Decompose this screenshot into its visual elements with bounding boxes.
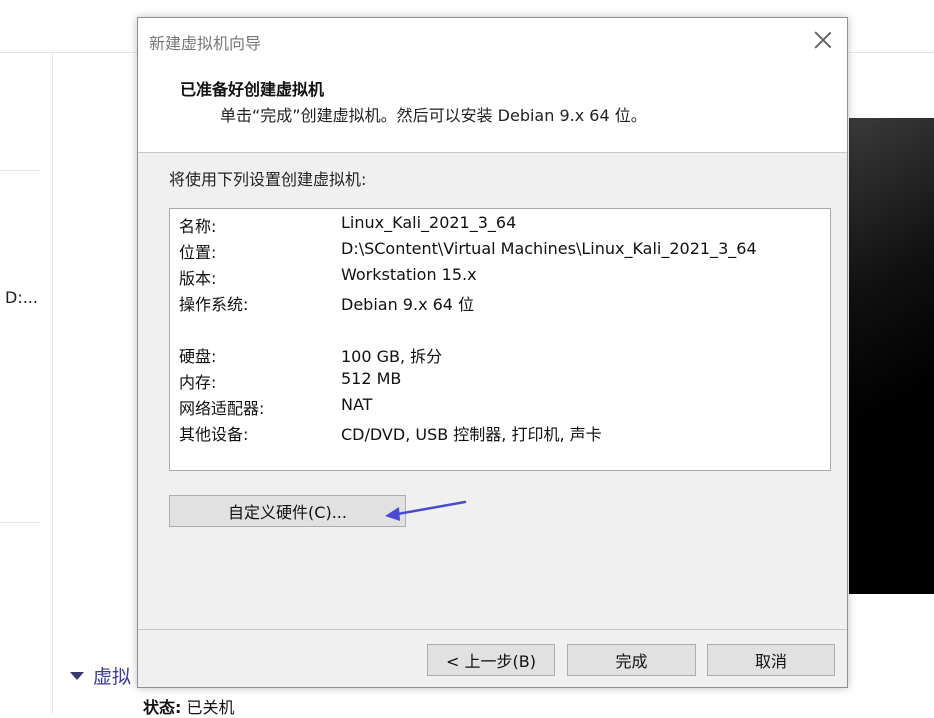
settings-intro-text: 将使用下列设置创建虚拟机: xyxy=(169,170,367,189)
status-value: 已关机 xyxy=(186,698,235,717)
divider xyxy=(0,522,40,523)
summary-label: 位置: xyxy=(179,243,217,262)
divider xyxy=(52,52,53,714)
page-title: 已准备好创建虚拟机 xyxy=(180,80,325,99)
settings-summary-box: 名称: Linux_Kali_2021_3_64 位置: D:\SContent… xyxy=(169,208,831,471)
summary-label: 其他设备: xyxy=(179,425,249,444)
chevron-down-icon xyxy=(70,671,84,680)
customize-hardware-button[interactable]: 自定义硬件(C)... xyxy=(169,495,406,527)
footer-divider xyxy=(138,629,847,630)
page-subtitle: 单击“完成”创建虚拟机。然后可以安装 Debian 9.x 64 位。 xyxy=(220,106,647,125)
finish-button[interactable]: 完成 xyxy=(567,644,696,676)
wizard-header: 已准备好创建虚拟机 单击“完成”创建虚拟机。然后可以安装 Debian 9.x … xyxy=(138,62,847,153)
summary-label: 版本: xyxy=(179,269,217,288)
divider xyxy=(0,170,40,171)
summary-value: 100 GB, 拆分 xyxy=(341,347,443,366)
summary-value: D:\SContent\Virtual Machines\Linux_Kali_… xyxy=(341,239,757,258)
close-icon[interactable] xyxy=(813,30,833,50)
section-label: 虚拟 xyxy=(93,666,132,688)
summary-value: NAT xyxy=(341,395,373,414)
dialog-title: 新建虚拟机向导 xyxy=(149,34,262,53)
cancel-button[interactable]: 取消 xyxy=(707,644,835,676)
summary-label: 网络适配器: xyxy=(179,399,265,418)
summary-value: 512 MB xyxy=(341,369,402,388)
summary-label: 内存: xyxy=(179,373,217,392)
vm-path-text: D:... xyxy=(5,288,38,307)
summary-label: 操作系统: xyxy=(179,295,249,314)
summary-value: Workstation 15.x xyxy=(341,265,477,284)
summary-label: 名称: xyxy=(179,217,217,236)
summary-label: 硬盘: xyxy=(179,347,217,366)
vm-status: 状态: 已关机 xyxy=(143,694,235,718)
new-vm-wizard-dialog: 新建虚拟机向导 已准备好创建虚拟机 单击“完成”创建虚拟机。然后可以安装 Deb… xyxy=(137,17,848,688)
vm-details-section-header[interactable]: 虚拟 xyxy=(70,662,131,689)
summary-value: Debian 9.x 64 位 xyxy=(341,295,475,314)
dialog-titlebar[interactable]: 新建虚拟机向导 xyxy=(138,18,847,62)
summary-value: Linux_Kali_2021_3_64 xyxy=(341,213,517,232)
back-button[interactable]: < 上一步(B) xyxy=(427,644,555,676)
status-label: 状态: xyxy=(143,698,182,717)
vm-preview-thumbnail[interactable] xyxy=(849,118,934,594)
summary-value: CD/DVD, USB 控制器, 打印机, 声卡 xyxy=(341,425,602,444)
